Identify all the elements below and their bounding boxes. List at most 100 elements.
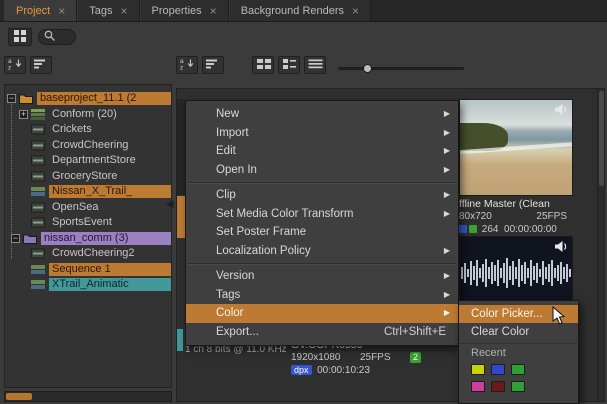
close-icon[interactable]: × xyxy=(352,6,359,16)
sort-order-button[interactable] xyxy=(202,56,224,74)
menu-item-tags[interactable]: Tags▶ xyxy=(186,286,458,305)
search-icon xyxy=(44,30,56,45)
grid-icon xyxy=(14,30,26,45)
clip-thumbnail-audio-waveform[interactable] xyxy=(459,236,573,309)
tree-item-label: XTrail_Animatic xyxy=(49,278,171,291)
menu-item-set-poster-frame[interactable]: Set Poster Frame xyxy=(186,223,458,242)
tree-item-label: nissan_comm (3) xyxy=(41,232,171,245)
count-badge: 2 xyxy=(410,352,421,363)
svg-text:z: z xyxy=(180,65,183,71)
tag-chip-blue xyxy=(459,225,467,233)
close-icon[interactable]: × xyxy=(210,6,217,16)
color-swatch[interactable] xyxy=(511,381,525,392)
slider-thumb[interactable] xyxy=(363,64,372,73)
view-list-button[interactable] xyxy=(304,56,326,74)
bin-stack-icon xyxy=(31,109,45,120)
tab-project[interactable]: Project × xyxy=(4,0,77,21)
view-layout-button[interactable] xyxy=(8,28,32,46)
menu-item-color[interactable]: Color▶ xyxy=(186,304,458,323)
menu-item-export[interactable]: Export...Ctrl+Shift+E xyxy=(186,323,458,342)
clip-icon xyxy=(31,202,45,213)
sort-order-button[interactable] xyxy=(30,56,52,74)
tree-item-crowdcheering2[interactable]: CrowdCheering2 xyxy=(5,246,171,262)
menu-separator xyxy=(186,260,458,267)
menu-item-edit[interactable]: Edit▶ xyxy=(186,142,458,161)
color-swatch[interactable] xyxy=(511,364,525,375)
tab-label: Properties xyxy=(152,5,202,17)
close-icon[interactable]: × xyxy=(58,6,65,16)
tree-item-opensea[interactable]: OpenSea xyxy=(5,200,171,216)
tree-item-sequence1[interactable]: Sequence 1 xyxy=(5,262,171,278)
collapse-icon[interactable]: − xyxy=(11,234,20,243)
view-large-thumbnails-button[interactable] xyxy=(252,56,274,74)
scrollbar-thumb[interactable] xyxy=(599,91,604,186)
tab-label: Tags xyxy=(89,5,112,17)
clip-icon xyxy=(31,171,45,182)
tree-item-label: baseproject_11.1 (2 xyxy=(37,92,171,105)
view-details-button[interactable] xyxy=(278,56,300,74)
sort-alpha-icon: az xyxy=(8,57,23,73)
clip-icon xyxy=(31,124,45,135)
project-folder-icon xyxy=(23,233,37,244)
sequence-icon xyxy=(31,186,45,197)
project-bin-panel: az − baseproject_11.1 (2 + Conform (20) xyxy=(4,56,172,404)
sort-alpha-button[interactable]: az xyxy=(4,56,26,74)
color-swatch[interactable] xyxy=(471,364,485,375)
recent-color-swatches xyxy=(459,359,578,392)
menu-item-set-media-color-transform[interactable]: Set Media Color Transform▶ xyxy=(186,205,458,224)
tree-item-conform[interactable]: + Conform (20) xyxy=(5,107,171,123)
contents-toolbar: az xyxy=(176,56,326,82)
thumbnail-size-slider[interactable] xyxy=(338,67,464,70)
horizontal-scrollbar[interactable] xyxy=(4,391,172,402)
menu-item-version[interactable]: Version▶ xyxy=(186,267,458,286)
submenu-arrow-icon: ▶ xyxy=(444,105,450,124)
color-swatch[interactable] xyxy=(471,381,485,392)
menu-item-clip[interactable]: Clip▶ xyxy=(186,186,458,205)
close-icon[interactable]: × xyxy=(121,6,128,16)
menu-item-open-in[interactable]: Open In▶ xyxy=(186,161,458,180)
clip-icon xyxy=(31,155,45,166)
search-input[interactable] xyxy=(38,29,76,45)
tree-item-sportsevent[interactable]: SportsEvent xyxy=(5,215,171,231)
clip-thumbnail-offline-master[interactable] xyxy=(459,99,573,196)
audio-speaker-icon xyxy=(555,104,568,118)
color-swatch[interactable] xyxy=(491,364,505,375)
tab-background-renders[interactable]: Background Renders × xyxy=(229,0,371,21)
menu-item-new[interactable]: New▶ xyxy=(186,105,458,124)
tree-item-crickets[interactable]: Crickets xyxy=(5,122,171,138)
tree-item-xtrail-animatic[interactable]: XTrail_Animatic xyxy=(5,277,171,293)
clip2-filetype-timecode-label: dpx 00:00:10:23 xyxy=(291,365,370,376)
recent-colors-label: Recent xyxy=(459,343,578,359)
tree-item-label: Nissan_X_Trail_ xyxy=(49,185,171,198)
sort-alpha-button[interactable]: az xyxy=(176,56,198,74)
sort-alpha-icon: az xyxy=(180,57,195,73)
tree-item-label: Crickets xyxy=(49,123,171,136)
menu-item-localization-policy[interactable]: Localization Policy▶ xyxy=(186,242,458,261)
tab-tags[interactable]: Tags × xyxy=(77,0,139,21)
expand-icon[interactable]: + xyxy=(19,110,28,119)
scrollbar-thumb[interactable] xyxy=(6,393,32,400)
tree-item-baseproject[interactable]: − baseproject_11.1 (2 xyxy=(5,91,171,107)
clip-codec-timecode-label: 264 00:00:00:00 xyxy=(459,224,557,235)
top-toolbar xyxy=(0,22,607,52)
clip-name-label: ffline Master (Clean xyxy=(459,198,550,210)
sort-order-icon xyxy=(34,58,48,73)
sequence-icon xyxy=(31,279,45,290)
clip-format-label: 80x72025FPS xyxy=(459,211,567,222)
vertical-scrollbar[interactable] xyxy=(597,89,604,401)
tab-properties[interactable]: Properties × xyxy=(140,0,229,21)
panel-collapse-arrow[interactable]: ◀ xyxy=(166,199,174,210)
tree-item-crowdcheering[interactable]: CrowdCheering xyxy=(5,138,171,154)
tree-item-grocerystore[interactable]: GroceryStore xyxy=(5,169,171,185)
submenu-arrow-icon: ▶ xyxy=(444,304,450,323)
tree-item-nissan-x-trail[interactable]: Nissan_X_Trail_ xyxy=(5,184,171,200)
menu-item-import[interactable]: Import▶ xyxy=(186,124,458,143)
color-swatch[interactable] xyxy=(491,381,505,392)
mouse-cursor xyxy=(552,306,566,329)
collapse-icon[interactable]: − xyxy=(7,94,16,103)
submenu-arrow-icon: ▶ xyxy=(444,286,450,305)
tree-item-nissan-comm[interactable]: − nissan_comm (3) xyxy=(5,231,171,247)
submenu-arrow-icon: ▶ xyxy=(444,205,450,224)
tree-item-departmentstore[interactable]: DepartmentStore xyxy=(5,153,171,169)
submenu-arrow-icon: ▶ xyxy=(444,186,450,205)
